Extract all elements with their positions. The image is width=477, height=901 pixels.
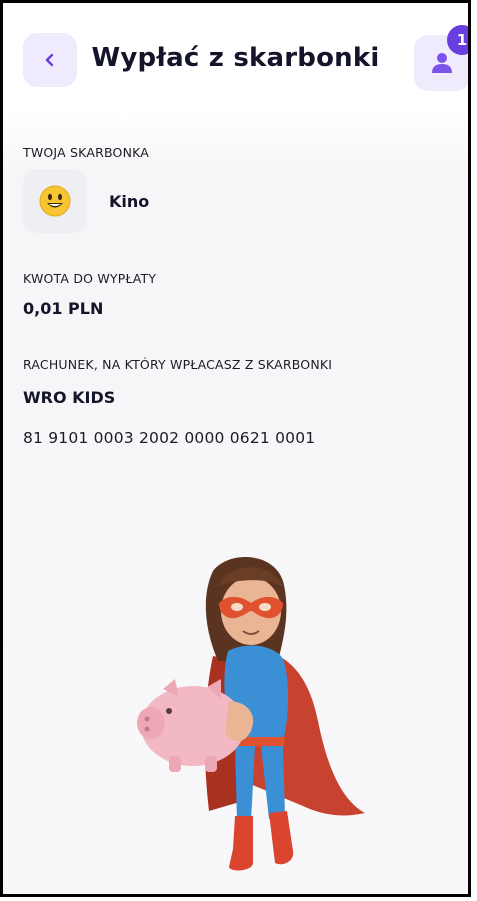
piggybank-icon-box[interactable] (23, 169, 87, 233)
amount-value: 0,01 PLN (23, 299, 104, 318)
page-title: Wypłać z skarbonki (91, 43, 380, 73)
amount-label: KWOTA DO WYPŁATY (23, 271, 157, 286)
piggybank-name: Kino (109, 192, 150, 211)
superhero-with-piggybank-illustration (137, 557, 365, 871)
piggybank-section-label: TWOJA SKARBONKA (23, 145, 150, 160)
smiley-emoji-icon (39, 185, 71, 217)
header: Wypłać z skarbonki 1 (3, 3, 468, 113)
user-icon (432, 53, 452, 73)
notification-badge: 1 (447, 25, 468, 55)
screen: Wypłać z skarbonki 1 TWOJA SKARBONKA Kin… (0, 0, 471, 897)
account-label: RACHUNEK, NA KTÓRY WPŁACASZ Z SKARBONKI (23, 357, 333, 372)
account-owner: WRO KIDS (23, 388, 116, 407)
account-number: 81 9101 0003 2002 0000 0621 0001 (23, 429, 316, 447)
